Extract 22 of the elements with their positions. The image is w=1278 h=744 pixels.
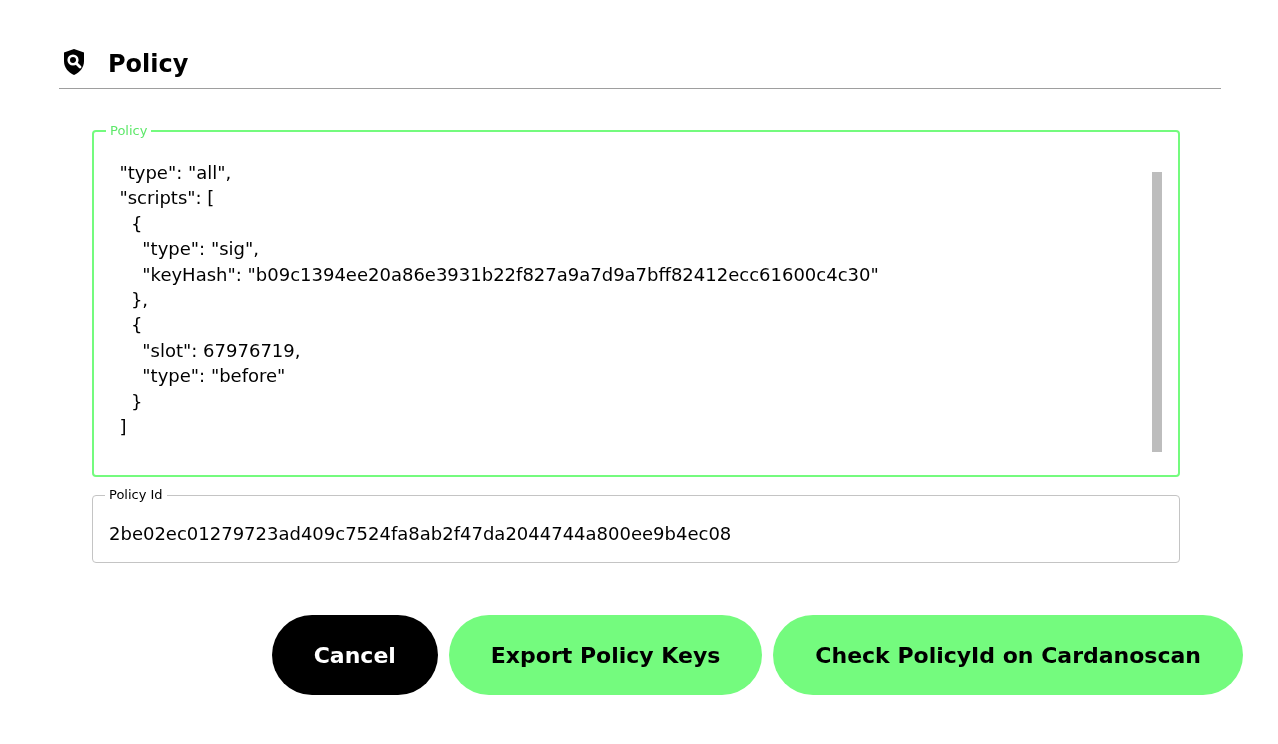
code-line: { — [129, 211, 144, 236]
policy-id-field[interactable]: Policy Id 2be02ec01279723ad409c7524fa8ab2f47da2044744a800ee9b4ec08 — [92, 488, 1180, 563]
code-line: "keyHash": "b09c1394ee20a86e3931b22f827a9a7d9a7bff82412ecc61600c4c30" — [141, 262, 880, 287]
code-line: ] — [118, 415, 128, 440]
code-line: "scripts": [ — [118, 186, 216, 211]
action-button[interactable]: Export Policy Keys — [448, 615, 763, 695]
page-title: Policy — [108, 49, 189, 80]
scrollbar[interactable] — [1152, 172, 1162, 452]
code-line: "slot": 67976719, — [141, 338, 302, 363]
shield-search-icon — [62, 48, 86, 76]
code-line: { — [129, 313, 144, 338]
policy-text-area[interactable]: Policy "type": "all", "scripts": [ { "type": "sig", "keyHash": "b09c1394ee20a86e3931b22f827a9a7d9a7bff82412ecc61600c4c30" }, { "slot": 67976719, "type": "before" } ] — [92, 124, 1180, 477]
code-line: "type": "before" — [141, 364, 287, 389]
action-button[interactable]: Check PolicyId on Cardanoscan — [773, 615, 1243, 695]
code-line: "type": "all", — [118, 161, 233, 185]
code-line: } — [129, 389, 144, 414]
field-label: Policy Id — [108, 488, 164, 502]
field-value: 2be02ec01279723ad409c7524fa8ab2f47da2044744a800ee9b4ec08 — [108, 522, 733, 546]
cancel-button[interactable]: Cancel — [271, 615, 438, 695]
code-line: "type": "sig", — [141, 237, 260, 262]
field-label: Policy — [109, 124, 149, 138]
code-line: }, — [129, 288, 150, 313]
